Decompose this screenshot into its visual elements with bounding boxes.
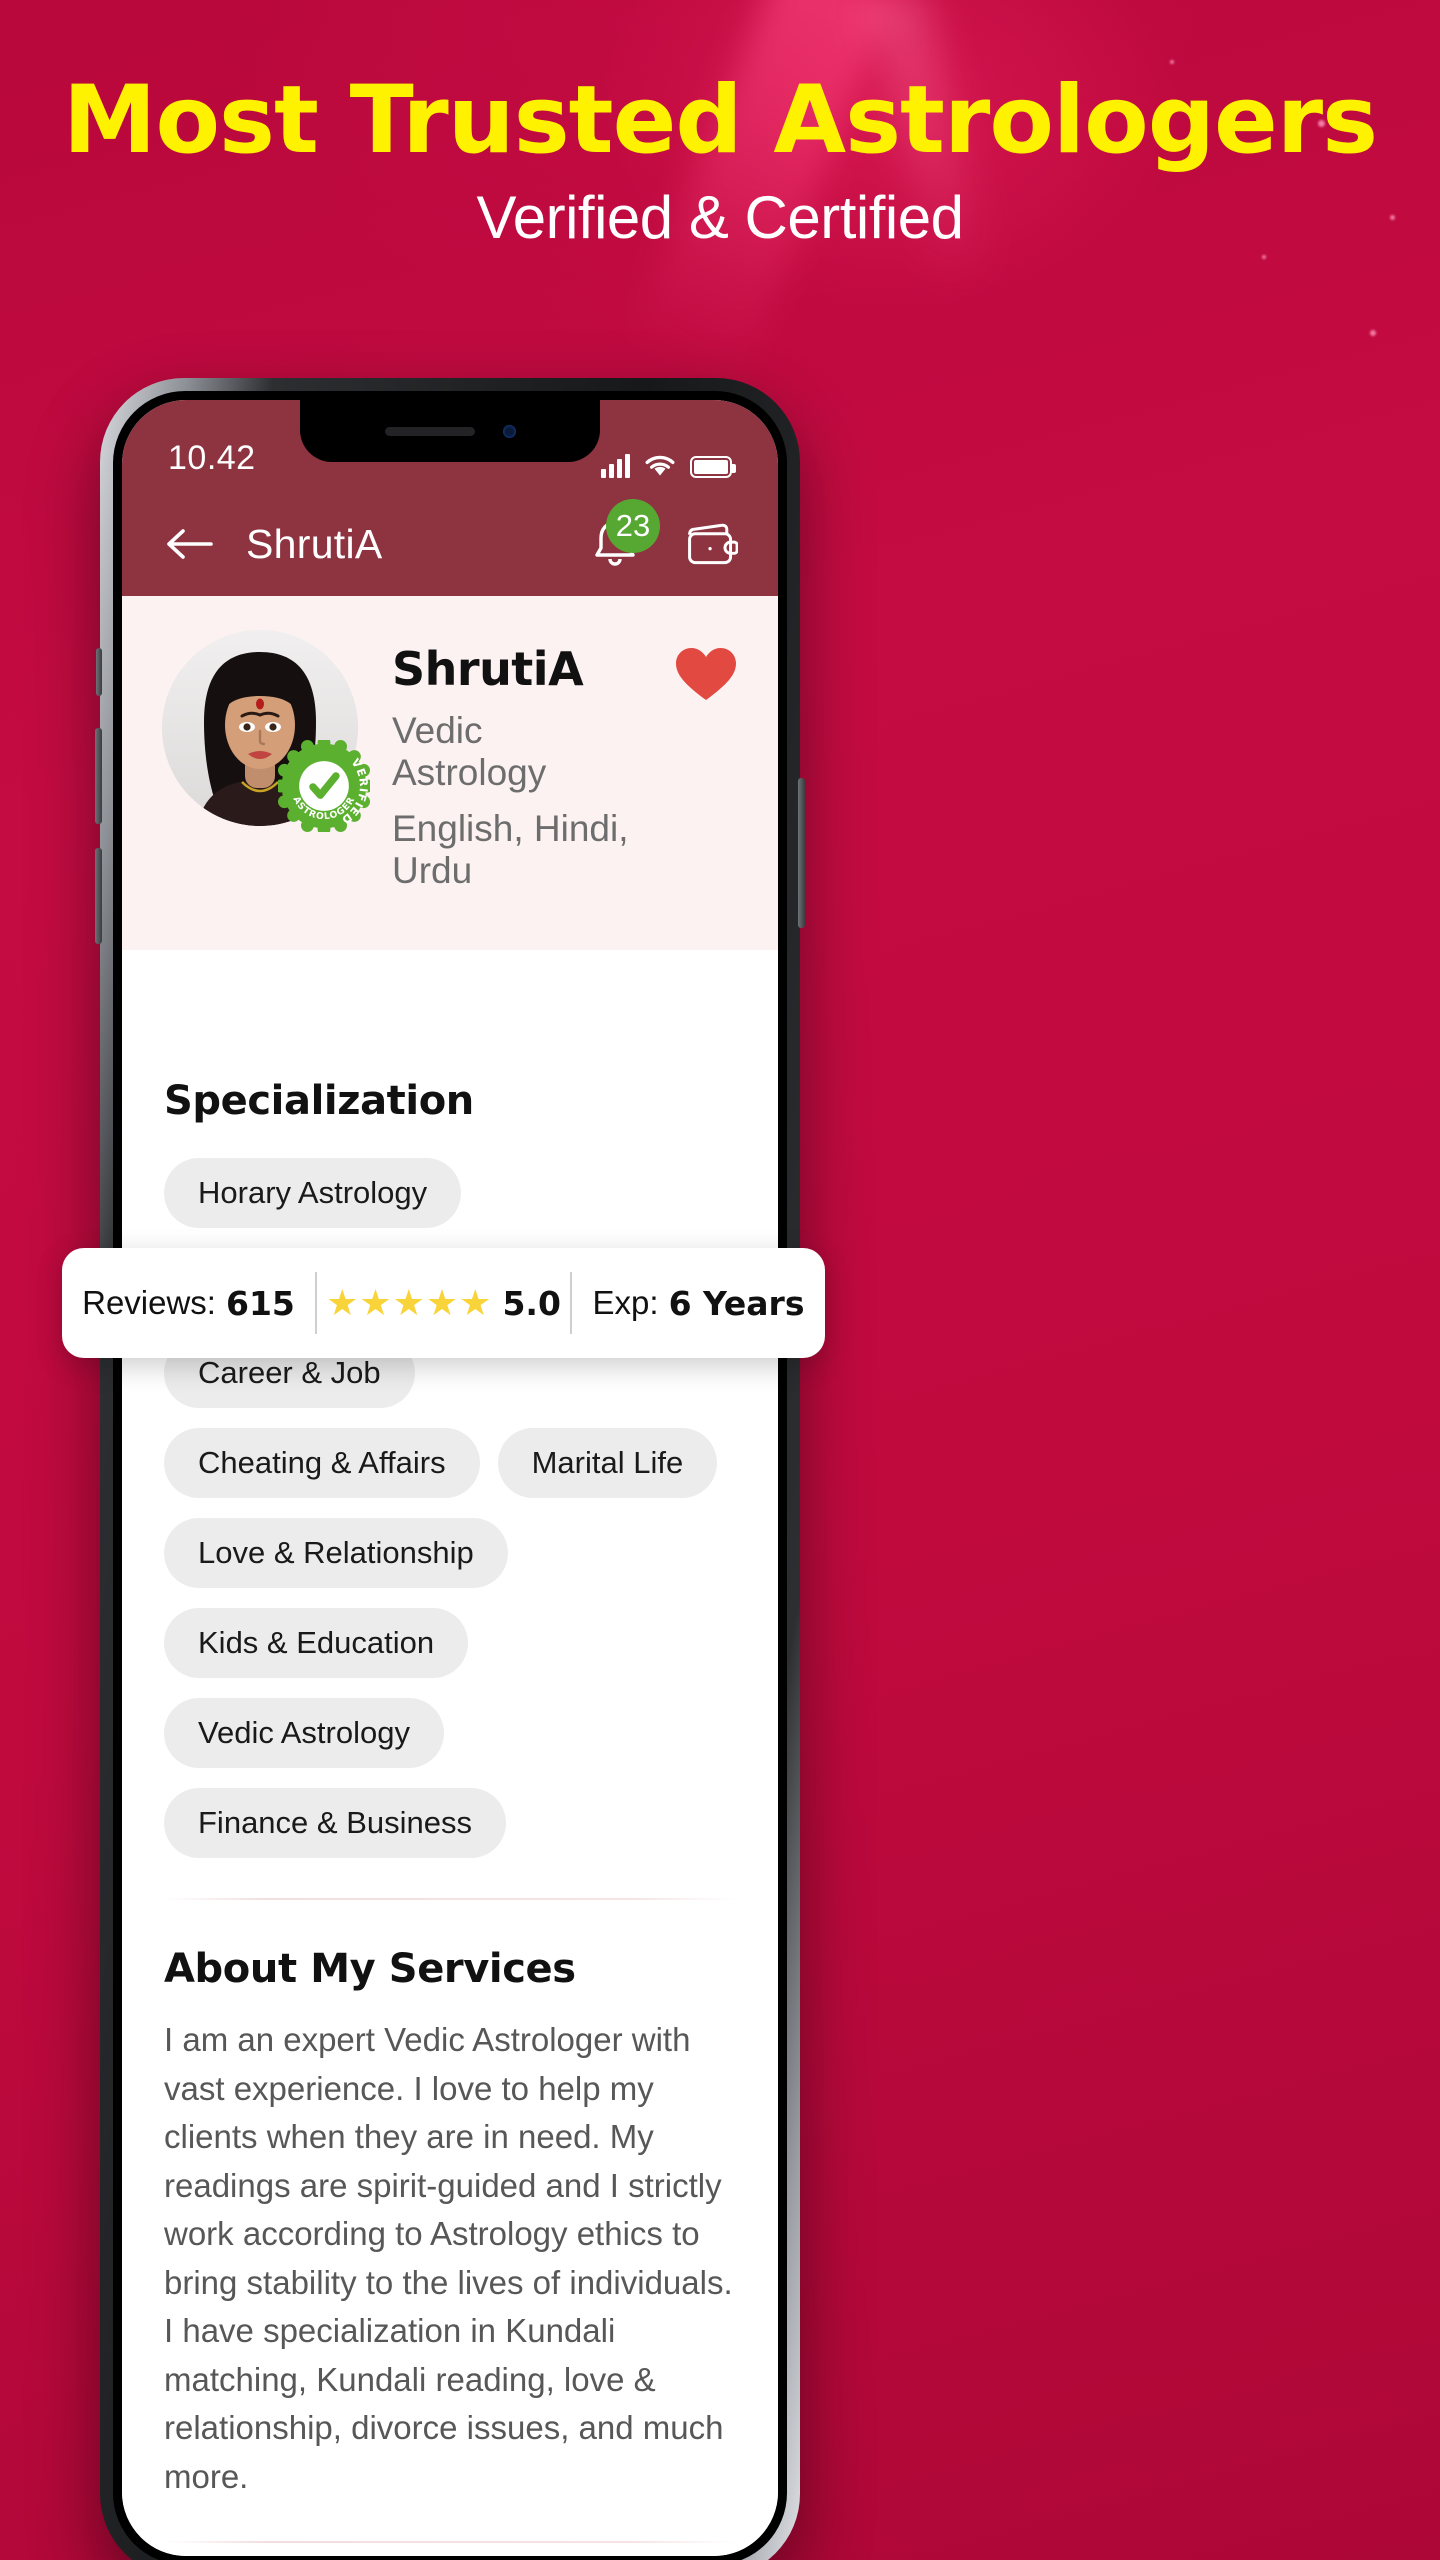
astrologer-languages: English, Hindi, Urdu bbox=[392, 808, 629, 891]
favorite-button[interactable] bbox=[674, 646, 738, 709]
notification-count-badge: 23 bbox=[606, 499, 660, 553]
app-bar: ShrutiA 23 bbox=[122, 492, 778, 596]
promo-title: Most Trusted Astrologers bbox=[62, 66, 1378, 175]
section-divider bbox=[164, 2541, 736, 2543]
stats-bar: Reviews: 615 ★★★★★ 5.0 Exp: 6 Years bbox=[62, 1248, 825, 1358]
profile-header: VERIFIED ASTROLOGER ShrutiA Vedic Astrol… bbox=[122, 596, 778, 950]
reviews-stat[interactable]: Reviews: 615 bbox=[62, 1284, 315, 1323]
about-services-text: I am an expert Vedic Astrologer with vas… bbox=[164, 2021, 733, 2495]
star-rating-icon: ★★★★★ bbox=[326, 1282, 493, 1323]
phone-screen: 10.42 ShrutiA 23 VERIFIED ASTROLOGER Shr… bbox=[122, 400, 778, 2556]
app-bar-title: ShrutiA bbox=[246, 520, 383, 567]
earpiece-speaker bbox=[384, 426, 475, 436]
notifications-button[interactable]: 23 bbox=[588, 499, 660, 571]
specialization-chip[interactable]: Horary Astrology bbox=[164, 1158, 462, 1228]
profile-info: ShrutiA Vedic Astrology English, Hindi, … bbox=[392, 630, 640, 892]
rating-stat[interactable]: ★★★★★ 5.0 bbox=[317, 1282, 570, 1324]
specialization-chip[interactable]: Cheating & Affairs bbox=[164, 1428, 480, 1498]
reviews-label: Reviews: bbox=[82, 1284, 216, 1321]
about-services-heading: About My Services bbox=[164, 1946, 576, 1992]
phone-mockup: 10.42 ShrutiA 23 VERIFIED ASTROLOGER Shr… bbox=[95, 378, 805, 2560]
signal-bars-icon bbox=[601, 454, 630, 478]
wallet-button[interactable] bbox=[684, 517, 738, 571]
status-bar-icons bbox=[601, 454, 736, 478]
wifi-icon bbox=[645, 455, 675, 476]
astrologer-name: ShrutiA bbox=[392, 642, 584, 696]
heart-icon bbox=[676, 648, 736, 700]
reviews-value: 615 bbox=[225, 1283, 295, 1323]
avatar: VERIFIED ASTROLOGER bbox=[162, 630, 370, 832]
promo-header: Most Trusted Astrologers Verified & Cert… bbox=[0, 66, 1440, 252]
verified-astrologer-badge: VERIFIED ASTROLOGER bbox=[278, 740, 370, 832]
astrologer-specialty: Vedic Astrology bbox=[392, 710, 547, 793]
experience-stat[interactable]: Exp: 6 Years bbox=[572, 1284, 825, 1323]
promo-subtitle: Verified & Certified bbox=[476, 183, 964, 251]
sparkle-decoration bbox=[1370, 330, 1376, 336]
sparkle-decoration bbox=[1262, 255, 1266, 259]
specialization-chip[interactable]: Marital Life bbox=[497, 1428, 718, 1498]
specialization-chip[interactable]: Kids & Education bbox=[164, 1608, 469, 1678]
rating-value: 5.0 bbox=[502, 1283, 561, 1323]
power-button[interactable] bbox=[798, 778, 805, 928]
profile-content: Specialization Horary Astrology Break-Up… bbox=[122, 950, 778, 2556]
experience-value: 6 Years bbox=[668, 1283, 805, 1323]
back-button[interactable] bbox=[162, 517, 216, 571]
volume-down-button[interactable] bbox=[95, 848, 102, 944]
volume-up-button[interactable] bbox=[95, 728, 102, 824]
front-camera-icon bbox=[502, 424, 516, 438]
specialization-heading: Specialization bbox=[164, 1078, 474, 1124]
battery-full-icon bbox=[690, 456, 736, 478]
app-bar-actions: 23 bbox=[588, 499, 738, 571]
specialization-chip[interactable]: Love & Relationship bbox=[164, 1518, 508, 1588]
mute-switch[interactable] bbox=[96, 648, 102, 696]
phone-bezel: 10.42 ShrutiA 23 VERIFIED ASTROLOGER Shr… bbox=[113, 391, 787, 2560]
status-bar-clock: 10.42 bbox=[168, 439, 256, 477]
sparkle-decoration bbox=[1170, 60, 1174, 64]
experience-label: Exp: bbox=[592, 1284, 659, 1321]
status-bar: 10.42 bbox=[122, 400, 778, 492]
specialization-chip[interactable]: Finance & Business bbox=[164, 1788, 506, 1858]
specialization-chip[interactable]: Vedic Astrology bbox=[164, 1698, 444, 1768]
back-arrow-icon bbox=[167, 529, 213, 559]
wallet-icon bbox=[688, 523, 738, 565]
section-divider bbox=[164, 1898, 736, 1900]
notch bbox=[300, 400, 600, 462]
